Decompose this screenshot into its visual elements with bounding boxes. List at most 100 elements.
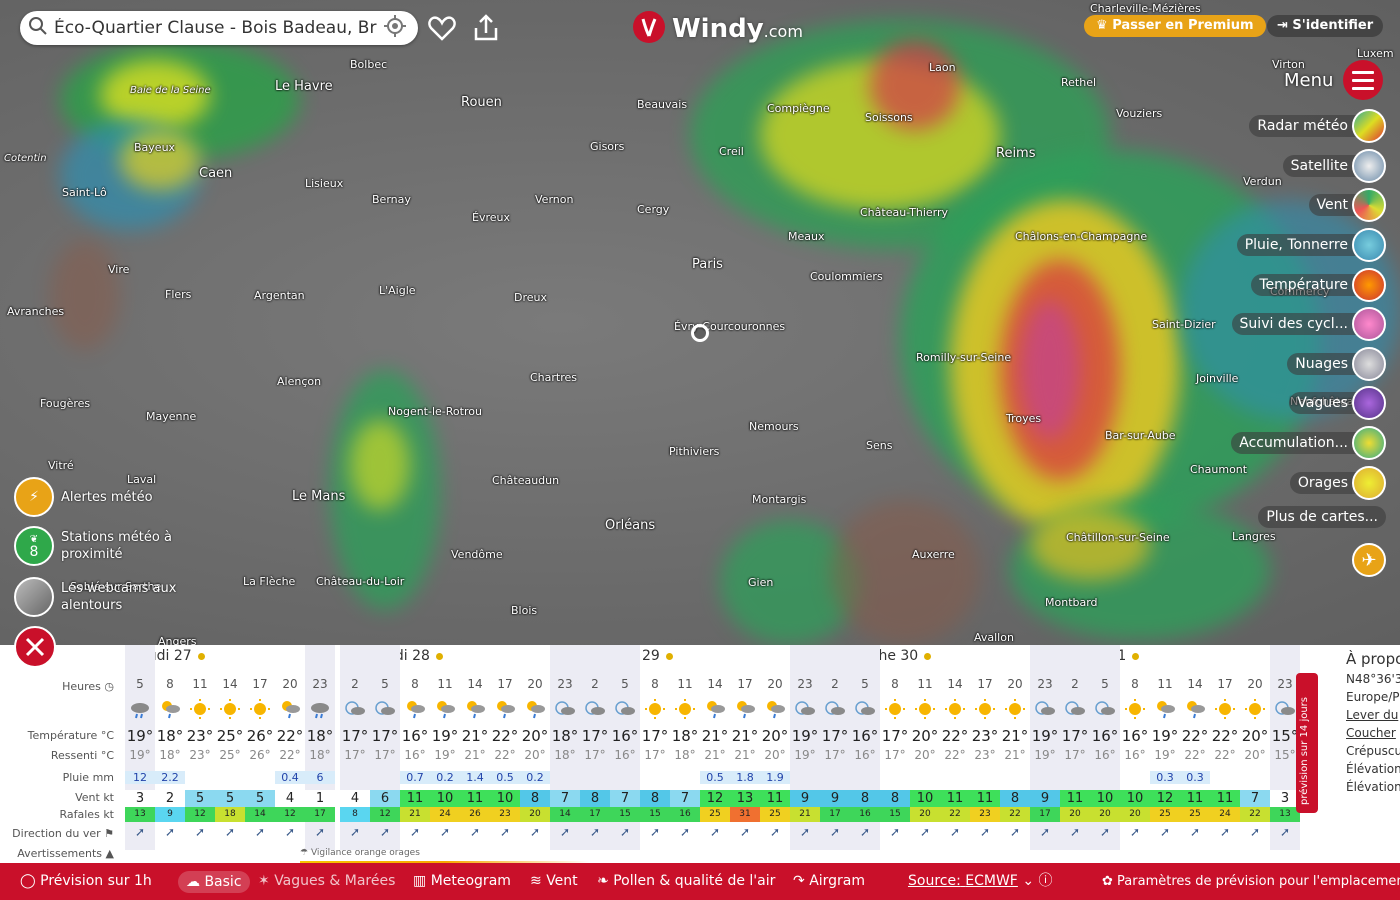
stations-button[interactable]: ❦ 8 Stations météo à proximité [14, 526, 181, 566]
premium-button[interactable]: ♛ Passer en Premium [1084, 15, 1266, 37]
forecast-column[interactable]: 5 16° 16° 10 20 ➚ [1090, 645, 1120, 850]
forecast-column[interactable]: 8 16° 16° 0.7 11 21 ➚ [400, 645, 430, 850]
satellite-layer-button[interactable]: Satellite [1282, 149, 1386, 183]
hourly-forecast-button[interactable]: ◯ Prévision sur 1h [20, 863, 152, 900]
forecast-column[interactable]: 5 16° 16° 7 15 ➚ [610, 645, 640, 850]
source-selector[interactable]: Source: ECMWF ⌄ ⓘ [908, 863, 1053, 900]
gust-value: 15 [610, 807, 640, 822]
14-day-forecast-tab[interactable]: prévision sur 14 jours [1296, 673, 1318, 813]
alerts-button[interactable]: ⚡ Alertes météo [14, 477, 153, 517]
night-cloud-icon [610, 698, 640, 722]
forecast-column[interactable]: 11 20° 20° 10 20 ➚ [910, 645, 940, 850]
forecast-column[interactable]: 23 19° 19° 9 21 ➚ [790, 645, 820, 850]
forecast-column[interactable]: 14 22° 22° 0.3 11 25 ➚ [1180, 645, 1210, 850]
hamburger-icon[interactable] [1343, 60, 1384, 100]
forecast-column[interactable]: 17 22° 22° 0.5 10 23 ➚ [490, 645, 520, 850]
forecast-column[interactable]: 14 25° 25° 5 18 ➚ [215, 645, 245, 850]
rain-thunder-layer-button[interactable]: Pluie, Tonnerre [1236, 228, 1386, 262]
accumulation-layer-button[interactable]: Accumulation... [1231, 426, 1386, 460]
felt-temperature-value: 18° [674, 748, 696, 762]
temperature-value: 22° [941, 727, 969, 745]
city-label: Château-du-Loir [316, 575, 405, 588]
login-button[interactable]: ⇥ S'identifier [1267, 15, 1384, 37]
forecast-column[interactable]: 2 17° 17° 9 17 ➚ [820, 645, 850, 850]
forecast-column[interactable]: 5 19° 19° 12 3 13 ➚ [125, 645, 155, 850]
felt-temperature-value: 16° [404, 748, 426, 762]
forecast-column[interactable]: 20 21° 21° 8 22 ➚ [1000, 645, 1030, 850]
weather-map[interactable]: Charleville-Mézières Bolbec Le Havre Baie d… [0, 0, 1400, 645]
radar-layer-button[interactable]: Radar météo [1249, 109, 1386, 143]
forecast-column[interactable]: 8 18° 18° 2.2 2 9 ➚ [155, 645, 185, 850]
meteogram-tab[interactable]: ▥ Meteogram [413, 863, 511, 900]
locate-icon[interactable] [384, 15, 406, 41]
webcams-button[interactable]: Les webcams aux alentours [14, 577, 181, 617]
waves-layer-button[interactable]: Vagues [1289, 386, 1386, 420]
gust-value: 31 [730, 807, 760, 822]
forecast-column[interactable]: 5 17° 17° 6 12 ➚ [370, 645, 400, 850]
forecast-column[interactable]: 11 18° 18° 7 16 ➚ [670, 645, 700, 850]
forecast-column[interactable]: 11 19° 19° 0.3 12 25 ➚ [1150, 645, 1180, 850]
forecast-column[interactable]: 20 20° 20° 0.2 8 20 ➚ [520, 645, 550, 850]
hour-label: 8 [651, 677, 659, 691]
search-input[interactable]: Éco-Quartier Clause - Bois Badeau, Br [54, 18, 384, 38]
forecast-column[interactable]: 20 22° 22° 0.4 4 12 ➚ [275, 645, 305, 850]
forecast-column[interactable]: 8 16° 16° 10 20 ➚ [1120, 645, 1150, 850]
favorite-heart-icon[interactable] [426, 12, 458, 44]
airgram-tab[interactable]: ↷ Airgram [793, 863, 865, 900]
windy-logo[interactable]: Windy.com [632, 10, 803, 48]
temperature-value: 25° [216, 727, 244, 745]
warning-bar[interactable]: ☂ Vigilance orange orages [300, 848, 590, 864]
forecast-column[interactable]: 23 18° 18° 6 1 17 ➚ [305, 645, 335, 850]
gust-value: 12 [185, 807, 215, 822]
forecast-column[interactable]: 20 20° 20° 1.9 11 25 ➚ [760, 645, 790, 850]
forecast-column[interactable]: 11 19° 19° 0.2 10 24 ➚ [430, 645, 460, 850]
gust-value: 13 [125, 807, 155, 822]
cyclone-tracking-layer-button[interactable]: Suivi des cycl... [1231, 307, 1386, 341]
gust-value: 20 [520, 807, 550, 822]
forecast-column[interactable]: 20 20° 20° 7 22 ➚ [1240, 645, 1270, 850]
forecast-settings-button[interactable]: ✿ Paramètres de prévision pour l'emplace… [1102, 863, 1400, 900]
forecast-panel[interactable]: Heures ◷ Température °C Ressenti °C Plui… [0, 645, 1400, 864]
pollen-tab[interactable]: ❧ Pollen & qualité de l'air [597, 863, 775, 900]
wind-direction-arrow-icon: ➚ [949, 825, 961, 839]
share-icon[interactable] [470, 12, 502, 44]
waves-tab[interactable]: ✶ Vagues & Marées [258, 863, 395, 900]
forecast-column[interactable]: 14 22° 22° 11 22 ➚ [940, 645, 970, 850]
felt-temperature-value: 20° [764, 748, 786, 762]
wind-value: 12 [1150, 790, 1180, 807]
forecast-column[interactable]: 2 17° 17° 8 17 ➚ [580, 645, 610, 850]
wind-layer-button[interactable]: Vent [1308, 188, 1386, 222]
flight-layer-button[interactable]: ✈ [1352, 543, 1386, 577]
forecast-column[interactable]: 2 17° 17° 11 20 ➚ [1060, 645, 1090, 850]
location-marker[interactable] [691, 324, 709, 342]
temperature-layer-button[interactable]: Température [1251, 268, 1386, 302]
forecast-column[interactable]: 17 22° 22° 11 24 ➚ [1210, 645, 1240, 850]
rain-value: 1.8 [730, 771, 760, 784]
forecast-column[interactable]: 14 21° 21° 1.4 11 26 ➚ [460, 645, 490, 850]
clouds-layer-button[interactable]: Nuages [1287, 347, 1386, 381]
search-bar[interactable]: Éco-Quartier Clause - Bois Badeau, Br [20, 11, 418, 45]
forecast-column[interactable]: 23 18° 18° 7 14 ➚ [550, 645, 580, 850]
info-icon[interactable]: ⓘ [1039, 873, 1053, 889]
forecast-column[interactable]: 17 23° 23° 11 23 ➚ [970, 645, 1000, 850]
wind-tab[interactable]: ≋ Vent [530, 863, 578, 900]
forecast-column[interactable]: 2 17° 17° 4 8 ➚ [340, 645, 370, 850]
sun-rain-icon [155, 698, 185, 722]
basic-tab[interactable]: ☁ Basic [178, 871, 250, 893]
menu-button[interactable]: Menu [1284, 60, 1384, 100]
thunderstorms-layer-button[interactable]: Orages [1289, 466, 1386, 500]
close-forecast-button[interactable] [14, 626, 56, 668]
forecast-column[interactable]: 14 21° 21° 0.5 12 25 ➚ [700, 645, 730, 850]
hour-label: 2 [1071, 677, 1079, 691]
forecast-column[interactable]: 8 17° 17° 8 15 ➚ [880, 645, 910, 850]
forecast-column[interactable]: 23 19° 19° 9 17 ➚ [1030, 645, 1060, 850]
forecast-column[interactable]: 11 23° 23° 5 12 ➚ [185, 645, 215, 850]
forecast-column[interactable]: 8 17° 17° 8 15 ➚ [640, 645, 670, 850]
wind-value: 11 [760, 790, 790, 807]
more-maps-link-button[interactable]: Plus de cartes... [1258, 503, 1386, 531]
forecast-column[interactable]: 17 21° 21° 1.8 13 31 ➚ [730, 645, 760, 850]
forecast-column[interactable]: 5 16° 16° 8 16 ➚ [850, 645, 880, 850]
sun-icon [670, 698, 700, 722]
forecast-column[interactable]: 17 26° 26° 5 14 ➚ [245, 645, 275, 850]
search-icon[interactable] [28, 16, 48, 40]
